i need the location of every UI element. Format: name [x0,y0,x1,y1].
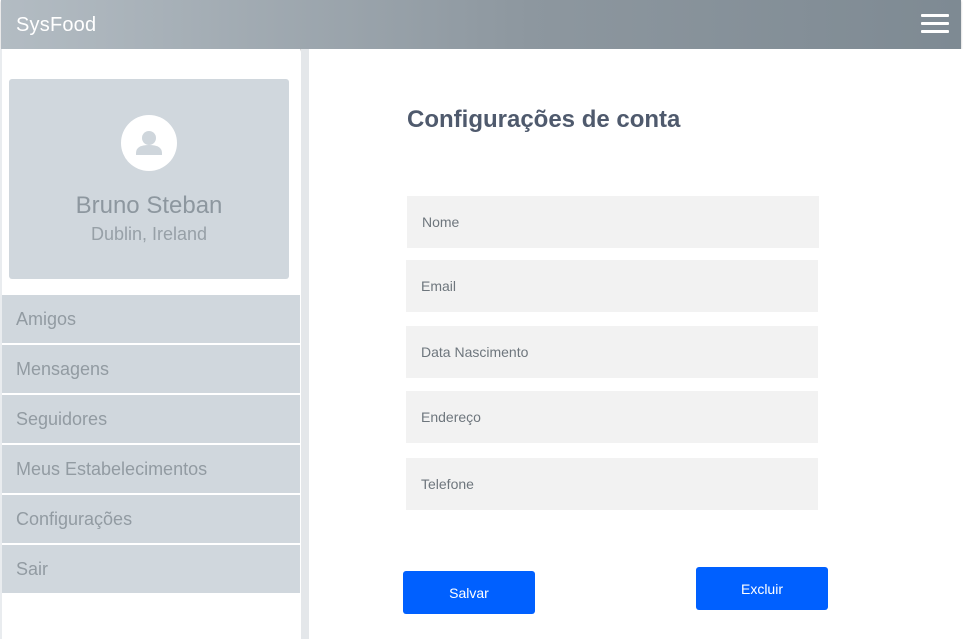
page-title: Configurações de conta [407,106,681,133]
sidebar-item-configuracoes[interactable]: Configurações [2,495,300,543]
sidebar-item-seguidores[interactable]: Seguidores [2,395,300,443]
endereco-field[interactable] [406,391,818,443]
sidebar-item-sair[interactable]: Sair [2,545,300,593]
delete-button[interactable]: Excluir [696,567,828,610]
profile-card: Bruno Steban Dublin, Ireland [9,79,289,279]
nome-field[interactable] [407,196,819,248]
sidebar-scrollbar[interactable] [301,49,309,639]
profile-name: Bruno Steban [75,192,223,219]
profile-location: Dublin, Ireland [90,224,208,244]
top-navbar: SysFood [1,0,961,49]
telefone-field[interactable] [406,458,818,510]
hamburger-menu-icon[interactable] [921,12,949,36]
data-nascimento-field[interactable] [406,326,818,378]
sidebar-item-amigos[interactable]: Amigos [2,295,300,343]
sidebar-item-meus-estabelecimentos[interactable]: Meus Estabelecimentos [2,445,300,493]
sidebar-item-mensagens[interactable]: Mensagens [2,345,300,393]
brand-logo-text[interactable]: SysFood [16,14,96,37]
sidebar-nav: Amigos Mensagens Seguidores Meus Estabel… [2,295,300,595]
save-button[interactable]: Salvar [403,571,535,614]
user-avatar-icon [121,115,177,171]
sidebar: Bruno Steban Dublin, Ireland Amigos Mens… [2,49,300,639]
main-content: Configurações de conta Salvar Excluir [309,49,963,639]
email-field[interactable] [406,260,818,312]
